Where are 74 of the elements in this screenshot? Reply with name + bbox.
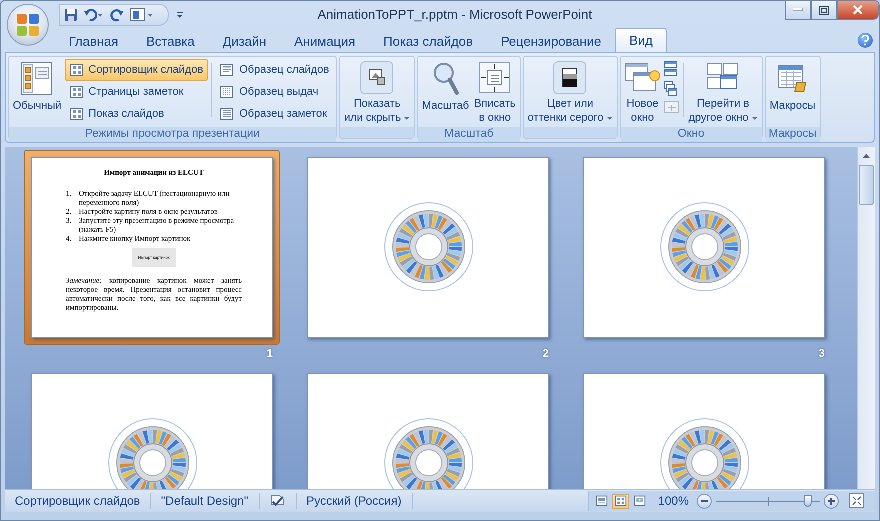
ribbon-button[interactable]: Показ слайдов	[64, 103, 208, 125]
ribbon-tab[interactable]: Главная	[55, 30, 132, 52]
spell-check-icon[interactable]	[270, 494, 286, 508]
minus-icon	[701, 500, 708, 502]
grayscale-icon	[553, 61, 588, 95]
slide-sorter-button[interactable]	[612, 494, 630, 508]
slide-number: 1	[266, 348, 273, 360]
vertical-scrollbar[interactable]	[857, 147, 875, 489]
cascade-icon[interactable]	[664, 81, 678, 97]
ribbon-tab[interactable]: Анимация	[280, 30, 370, 52]
zoom-slider-thumb[interactable]	[804, 494, 812, 506]
minimize-icon	[793, 8, 803, 12]
ribbon-button[interactable]: Новое окно	[622, 59, 663, 127]
slide-master-icon	[220, 63, 234, 77]
ribbon-tab[interactable]: Вид	[615, 28, 667, 52]
view-icon	[70, 63, 84, 77]
ribbon-button[interactable]: Страницы заметок	[64, 81, 208, 103]
ribbon-button[interactable]: Обычный	[11, 59, 64, 127]
close-icon	[853, 5, 863, 15]
scroll-thumb[interactable]	[859, 165, 874, 205]
view-icon	[70, 85, 84, 99]
ribbon-button[interactable]: Цвет или оттенки серого	[526, 59, 615, 127]
office-logo	[15, 12, 41, 38]
office-button[interactable]	[7, 4, 49, 46]
ribbon-button[interactable]: Сортировщик слайдов	[64, 59, 208, 81]
group-label: Режимы просмотра презентации	[9, 127, 336, 142]
up-arrow-icon	[863, 154, 870, 158]
ribbon-button[interactable]: Образец заметок	[215, 103, 334, 125]
slide-number: 2	[542, 348, 549, 360]
minimize-button[interactable]	[785, 1, 811, 20]
ribbon-button[interactable]: Перейти в другое окно	[686, 59, 760, 127]
arrange-all-icon[interactable]	[664, 61, 678, 77]
save-icon[interactable]	[64, 8, 78, 22]
ribbon-tab[interactable]: Показ слайдов	[370, 30, 488, 52]
zoom-in-button[interactable]	[824, 494, 839, 508]
fit-to-window-icon	[479, 62, 512, 94]
undo-icon[interactable]	[84, 8, 104, 22]
slide-layout-icon[interactable]	[130, 8, 154, 22]
ribbon-tab[interactable]: Дизайн	[208, 30, 281, 52]
status-text: "Default Design"	[151, 493, 260, 509]
window-title: AnimationToPPT_r.pptm - Microsoft PowerPoint	[316, 7, 594, 22]
plus-icon	[828, 498, 835, 504]
show-hide-icon	[360, 61, 394, 95]
group-label: Макросы	[766, 127, 820, 142]
view-icon	[70, 107, 84, 121]
ribbon-button[interactable]: Образец слайдов	[215, 59, 334, 81]
ribbon-button[interactable]: Показать или скрыть	[342, 59, 412, 127]
zoom-slider[interactable]	[716, 494, 820, 508]
close-button[interactable]	[837, 1, 879, 20]
ribbon-tab[interactable]: Вставка	[132, 30, 209, 52]
customize-toolbar-icon[interactable]	[175, 10, 185, 20]
zoom-level: 100%	[657, 494, 690, 508]
ribbon-button[interactable]: Вписать в окно	[472, 59, 518, 127]
status-text: Сортировщик слайдов	[5, 493, 152, 509]
redo-icon[interactable]	[110, 8, 124, 22]
fit-slide-icon[interactable]	[849, 493, 865, 509]
help-icon[interactable]	[858, 33, 873, 48]
group-label: Масштаб	[418, 127, 520, 142]
ribbon-button[interactable]: Образец выдач	[215, 81, 334, 103]
maximize-button[interactable]	[811, 1, 837, 20]
new-window-icon	[624, 62, 661, 94]
slide-number: 3	[818, 348, 825, 360]
handout-icon	[220, 85, 234, 99]
group-label: Окно	[620, 127, 762, 142]
notes-page-icon	[220, 107, 234, 121]
maximize-icon	[819, 6, 829, 14]
zoom-out-button[interactable]	[697, 494, 712, 508]
layout-icon	[21, 62, 54, 96]
macro-icon	[776, 63, 809, 95]
status-text: Русский (Россия)	[296, 493, 413, 509]
ribbon-button[interactable]: Макросы	[768, 59, 818, 127]
magnifier-icon	[432, 62, 460, 96]
ribbon-tab[interactable]: Рецензирование	[487, 30, 616, 52]
ribbon-button[interactable]: Масштаб	[420, 59, 472, 127]
